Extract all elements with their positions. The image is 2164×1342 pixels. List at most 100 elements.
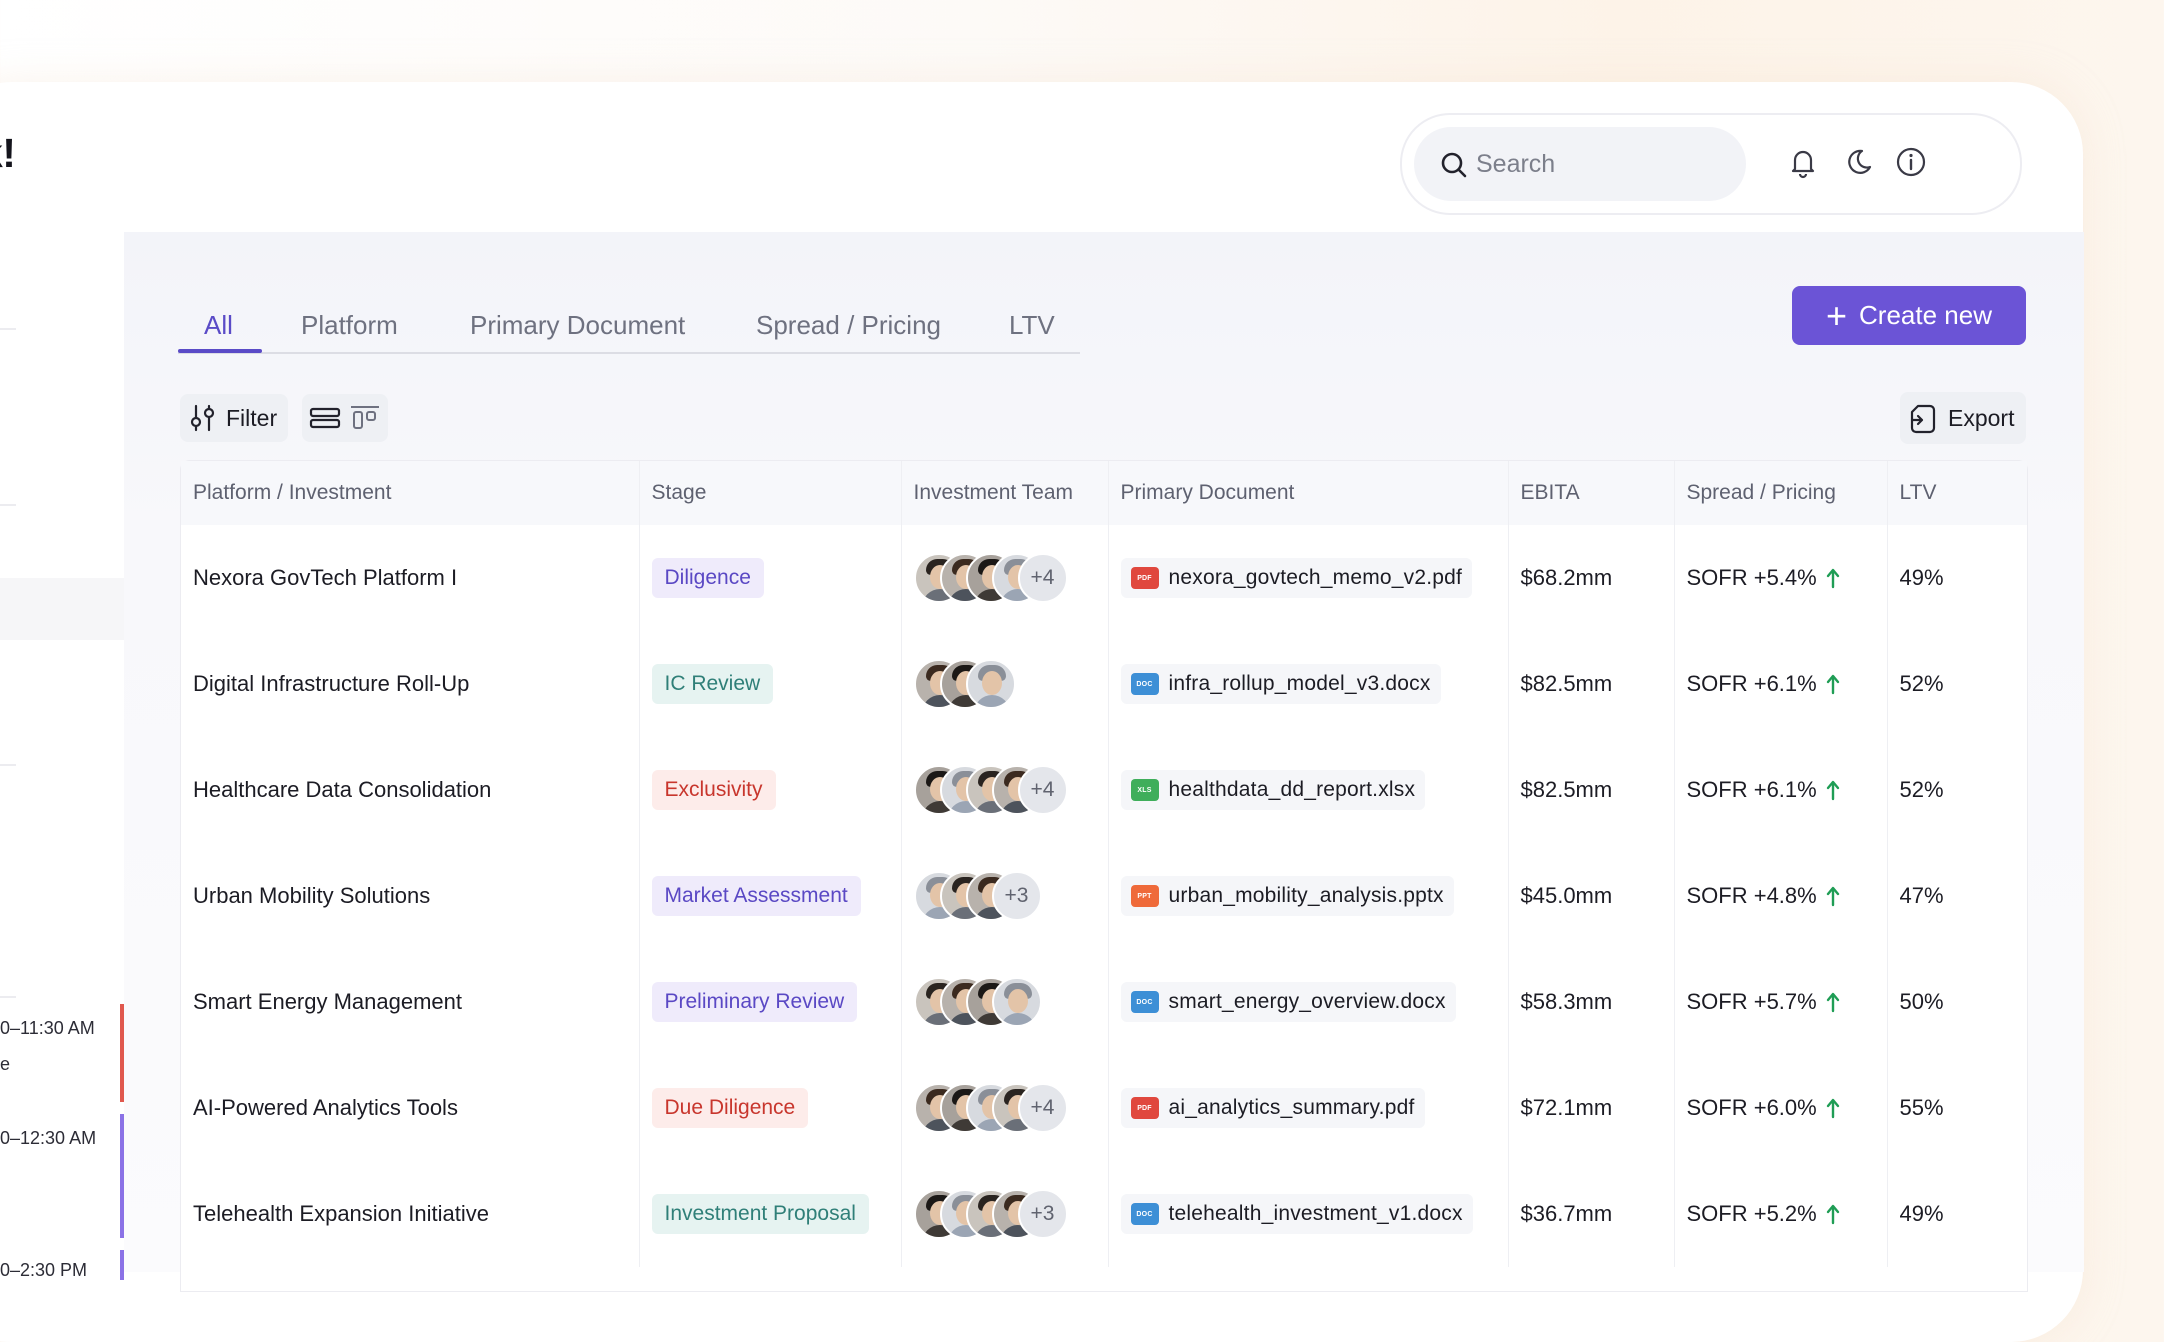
- stage-cell: Market Assessment: [639, 843, 902, 949]
- spread-cell: SOFR +5.2%: [1674, 1161, 1888, 1267]
- ebita-value: $68.2mm: [1508, 525, 1675, 631]
- document-chip[interactable]: PPT urban_mobility_analysis.pptx: [1120, 876, 1454, 916]
- spread-cell: SOFR +5.4%: [1674, 525, 1888, 631]
- document-chip[interactable]: DOC smart_energy_overview.docx: [1120, 982, 1456, 1022]
- ltv-value: 52%: [1899, 777, 1944, 802]
- column-header[interactable]: LTV: [1887, 461, 2027, 525]
- event-time[interactable]: 0–2:30 PM: [0, 1260, 87, 1281]
- avatar[interactable]: [991, 977, 1042, 1027]
- file-doc-icon: DOC: [1130, 991, 1159, 1013]
- document-name: ai_analytics_summary.pdf: [1168, 1096, 1415, 1119]
- sidebar-divider: [0, 504, 16, 506]
- page-greeting: k!: [0, 130, 16, 176]
- column-header[interactable]: Platform / Investment: [181, 461, 640, 525]
- ltv-value: 55%: [1899, 1095, 1944, 1120]
- team-avatars: +3: [913, 1189, 1107, 1239]
- stage-badge: Preliminary Review: [651, 982, 858, 1022]
- table-row[interactable]: Nexora GovTech Platform I Diligence +4 P…: [181, 525, 2027, 631]
- avatar[interactable]: [965, 659, 1016, 709]
- stage-cell: Investment Proposal: [639, 1161, 902, 1267]
- platform-name[interactable]: Digital Infrastructure Roll-Up: [181, 631, 640, 737]
- export-button[interactable]: Export: [1900, 392, 2026, 444]
- document-cell: DOC infra_rollup_model_v3.docx: [1108, 631, 1509, 737]
- spread-value: SOFR +5.4%: [1686, 565, 1817, 590]
- search-box[interactable]: [1414, 127, 1746, 201]
- team-more-badge[interactable]: +3: [1017, 1189, 1068, 1239]
- ebita-value: $72.1mm: [1508, 1055, 1675, 1161]
- investments-table: Platform / Investment Stage Investment T…: [180, 460, 2028, 1292]
- platform-name[interactable]: AI-Powered Analytics Tools: [181, 1055, 640, 1161]
- file-ppt-icon: PPT: [1130, 885, 1159, 907]
- tab-all[interactable]: All: [204, 310, 233, 341]
- spread-value: SOFR +6.0%: [1686, 1095, 1817, 1120]
- arrow-up-icon: [1826, 674, 1839, 695]
- table-row[interactable]: Urban Mobility Solutions Market Assessme…: [181, 843, 2027, 949]
- plus-icon: +: [1826, 294, 1848, 336]
- stage-cell: Exclusivity: [639, 737, 902, 843]
- document-name: smart_energy_overview.docx: [1168, 990, 1446, 1013]
- team-more-badge[interactable]: +3: [991, 871, 1042, 921]
- tab-platform[interactable]: Platform: [301, 310, 398, 341]
- stage-cell: Preliminary Review: [639, 949, 902, 1055]
- column-header[interactable]: Primary Document: [1108, 461, 1509, 525]
- platform-name[interactable]: Smart Energy Management: [181, 949, 640, 1055]
- event-subtitle: e: [0, 1054, 11, 1074]
- file-pdf-icon: PDF: [1130, 567, 1159, 589]
- document-name: urban_mobility_analysis.pptx: [1168, 884, 1444, 907]
- ebita-value: $58.3mm: [1508, 949, 1675, 1055]
- filter-label: Filter: [226, 404, 278, 431]
- document-chip[interactable]: PDF ai_analytics_summary.pdf: [1120, 1088, 1425, 1128]
- team-cell: [901, 631, 1109, 737]
- table-row[interactable]: Healthcare Data Consolidation Exclusivit…: [181, 737, 2027, 843]
- column-header[interactable]: Stage: [639, 461, 902, 525]
- team-avatars: +4: [913, 553, 1107, 603]
- list-view-icon[interactable]: [308, 402, 342, 434]
- document-cell: PPT urban_mobility_analysis.pptx: [1108, 843, 1509, 949]
- column-header[interactable]: EBITA: [1508, 461, 1675, 525]
- arrow-up-icon: [1826, 568, 1839, 589]
- team-cell: +4: [901, 737, 1109, 843]
- table-row[interactable]: Digital Infrastructure Roll-Up IC Review…: [181, 631, 2027, 737]
- bell-icon[interactable]: [1786, 145, 1820, 179]
- table-row[interactable]: Smart Energy Management Preliminary Revi…: [181, 949, 2027, 1055]
- tab-spread-pricing[interactable]: Spread / Pricing: [756, 310, 941, 341]
- create-new-button[interactable]: + Create new: [1792, 286, 2026, 345]
- document-cell: PDF ai_analytics_summary.pdf: [1108, 1055, 1509, 1161]
- tabs-baseline: [178, 352, 1080, 354]
- team-more-badge[interactable]: +4: [1017, 1083, 1068, 1133]
- arrow-up-icon: [1826, 1204, 1839, 1225]
- stage-badge: Investment Proposal: [651, 1194, 869, 1234]
- column-header[interactable]: Spread / Pricing: [1674, 461, 1888, 525]
- team-more-badge[interactable]: +4: [1017, 765, 1068, 815]
- team-cell: [901, 949, 1109, 1055]
- platform-name[interactable]: Nexora GovTech Platform I: [181, 525, 640, 631]
- platform-name[interactable]: Urban Mobility Solutions: [181, 843, 640, 949]
- search-input[interactable]: [1474, 143, 1728, 185]
- document-chip[interactable]: DOC infra_rollup_model_v3.docx: [1120, 664, 1441, 704]
- team-avatars: [913, 977, 1107, 1027]
- arrow-up-icon: [1826, 780, 1839, 801]
- sidebar-divider: [0, 328, 16, 330]
- ltv-value: 49%: [1899, 1201, 1944, 1226]
- tab-primary-document[interactable]: Primary Document: [470, 310, 685, 341]
- table-row[interactable]: Telehealth Expansion Initiative Investme…: [181, 1161, 2027, 1267]
- ltv-value: 52%: [1899, 671, 1944, 696]
- team-more-badge[interactable]: +4: [1017, 553, 1068, 603]
- table-row[interactable]: AI-Powered Analytics Tools Due Diligence…: [181, 1055, 2027, 1161]
- document-chip[interactable]: PDF nexora_govtech_memo_v2.pdf: [1120, 558, 1473, 598]
- platform-name[interactable]: Healthcare Data Consolidation: [181, 737, 640, 843]
- platform-name[interactable]: Telehealth Expansion Initiative: [181, 1161, 640, 1267]
- moon-icon[interactable]: [1840, 145, 1874, 179]
- ebita-value: $82.5mm: [1508, 737, 1675, 843]
- board-view-icon[interactable]: [348, 402, 382, 434]
- event-time[interactable]: 0–12:30 AM: [0, 1128, 96, 1149]
- filter-button[interactable]: Filter: [180, 394, 288, 442]
- event-time[interactable]: 0–11:30 AM: [0, 1018, 95, 1039]
- document-chip[interactable]: DOC telehealth_investment_v1.docx: [1120, 1194, 1473, 1234]
- spread-value: SOFR +6.1%: [1686, 671, 1817, 696]
- tab-ltv[interactable]: LTV: [1009, 310, 1055, 341]
- column-header[interactable]: Investment Team: [901, 461, 1109, 525]
- info-icon[interactable]: [1894, 145, 1928, 179]
- stage-badge: Market Assessment: [651, 876, 861, 916]
- document-chip[interactable]: XLS healthdata_dd_report.xlsx: [1120, 770, 1426, 810]
